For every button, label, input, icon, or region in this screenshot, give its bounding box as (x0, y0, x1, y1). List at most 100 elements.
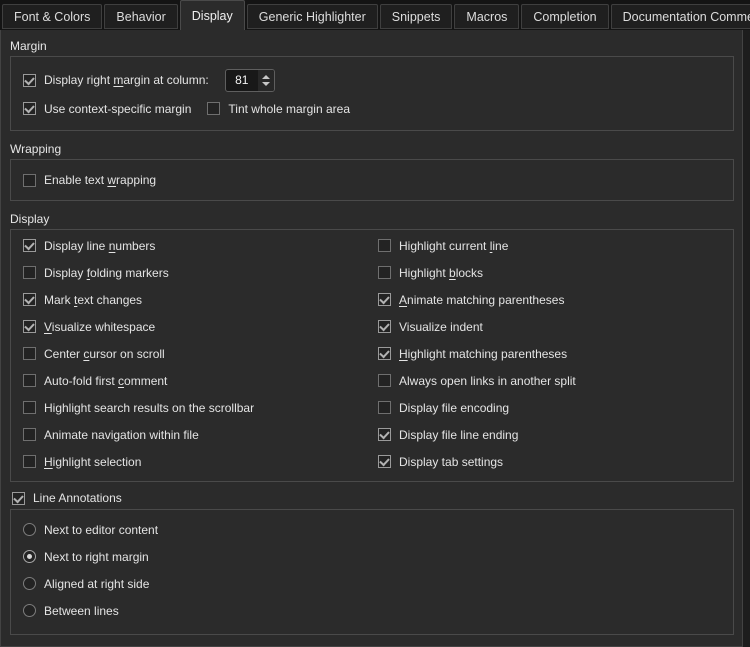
text-editor-settings-window: Font & Colors Behavior Display Generic H… (0, 0, 750, 647)
use-context-specific-margin-label[interactable]: Use context-specific margin (44, 102, 191, 116)
display-tab-settings-item: Display tab settings (378, 448, 721, 475)
display-file-line-ending-checkbox[interactable] (378, 428, 391, 441)
line-annotations-label[interactable]: Line Annotations (33, 491, 122, 505)
mark-text-changes-label[interactable]: Mark text changes (44, 293, 142, 307)
display-group-title: Display (10, 212, 742, 226)
use-context-specific-margin-checkbox[interactable] (23, 102, 36, 115)
mark-text-changes-checkbox[interactable] (23, 293, 36, 306)
tab-macros[interactable]: Macros (454, 4, 519, 29)
margin-options-row: Use context-specific margin Tint whole m… (23, 100, 721, 117)
spinbox-buttons (258, 70, 274, 91)
tab-documentation-comments[interactable]: Documentation Comments (611, 4, 750, 29)
auto-fold-first-comment-label[interactable]: Auto-fold first comment (44, 374, 167, 388)
next-to-right-margin-item: Next to right margin (23, 543, 721, 570)
aligned-at-right-side-radio[interactable] (23, 577, 36, 590)
display-tab-settings-checkbox[interactable] (378, 455, 391, 468)
animate-matching-parentheses-checkbox[interactable] (378, 293, 391, 306)
aligned-at-right-side-item: Aligned at right side (23, 570, 721, 597)
center-cursor-on-scroll-label[interactable]: Center cursor on scroll (44, 347, 165, 361)
display-right-margin-row: Display right margin at column: 81 (23, 67, 721, 93)
display-options-right-column: Highlight current line Highlight blocks … (378, 232, 721, 475)
tab-behavior[interactable]: Behavior (104, 4, 177, 29)
highlight-search-results-scrollbar-item: Highlight search results on the scrollba… (23, 394, 378, 421)
highlight-current-line-label[interactable]: Highlight current line (399, 239, 508, 253)
mark-text-changes-item: Mark text changes (23, 286, 378, 313)
display-folding-markers-label[interactable]: Display folding markers (44, 266, 169, 280)
animate-matching-parentheses-label[interactable]: Animate matching parentheses (399, 293, 564, 307)
highlight-matching-parentheses-label[interactable]: Highlight matching parentheses (399, 347, 567, 361)
margin-column-spinbox[interactable]: 81 (225, 69, 275, 92)
highlight-blocks-label[interactable]: Highlight blocks (399, 266, 483, 280)
line-annotations-checkbox[interactable] (12, 492, 25, 505)
tab-generic-highlighter[interactable]: Generic Highlighter (247, 4, 378, 29)
visualize-indent-label[interactable]: Visualize indent (399, 320, 483, 334)
tint-whole-margin-label[interactable]: Tint whole margin area (228, 102, 350, 116)
highlight-selection-checkbox[interactable] (23, 455, 36, 468)
display-options-left-column: Display line numbers Display folding mar… (23, 232, 378, 475)
aligned-at-right-side-label[interactable]: Aligned at right side (44, 577, 149, 591)
enable-text-wrapping-checkbox[interactable] (23, 174, 36, 187)
highlight-blocks-checkbox[interactable] (378, 266, 391, 279)
center-cursor-on-scroll-checkbox[interactable] (23, 347, 36, 360)
display-line-numbers-checkbox[interactable] (23, 239, 36, 252)
display-folding-markers-item: Display folding markers (23, 259, 378, 286)
display-tab-settings-label[interactable]: Display tab settings (399, 455, 503, 469)
wrapping-group: Enable text wrapping (10, 159, 734, 201)
display-line-numbers-label[interactable]: Display line numbers (44, 239, 155, 253)
highlight-current-line-item: Highlight current line (378, 232, 721, 259)
highlight-matching-parentheses-checkbox[interactable] (378, 347, 391, 360)
line-annotations-group: Next to editor content Next to right mar… (10, 509, 734, 635)
next-to-right-margin-label[interactable]: Next to right margin (44, 550, 149, 564)
highlight-selection-item: Highlight selection (23, 448, 378, 475)
animate-navigation-within-file-checkbox[interactable] (23, 428, 36, 441)
wrapping-group-title: Wrapping (10, 142, 742, 156)
visualize-whitespace-checkbox[interactable] (23, 320, 36, 333)
between-lines-label[interactable]: Between lines (44, 604, 119, 618)
animate-matching-parentheses-item: Animate matching parentheses (378, 286, 721, 313)
display-line-numbers-item: Display line numbers (23, 232, 378, 259)
tab-completion[interactable]: Completion (521, 4, 608, 29)
always-open-links-another-split-label[interactable]: Always open links in another split (399, 374, 576, 388)
animate-navigation-within-file-label[interactable]: Animate navigation within file (44, 428, 199, 442)
auto-fold-first-comment-item: Auto-fold first comment (23, 367, 378, 394)
next-to-editor-content-radio[interactable] (23, 523, 36, 536)
margin-group: Display right margin at column: 81 Use c… (10, 56, 734, 131)
highlight-selection-label[interactable]: Highlight selection (44, 455, 141, 469)
spin-down-icon[interactable] (262, 82, 270, 86)
display-folding-markers-checkbox[interactable] (23, 266, 36, 279)
highlight-search-results-scrollbar-label[interactable]: Highlight search results on the scrollba… (44, 401, 254, 415)
next-to-editor-content-label[interactable]: Next to editor content (44, 523, 158, 537)
next-to-editor-content-item: Next to editor content (23, 516, 721, 543)
margin-column-value[interactable]: 81 (226, 70, 258, 91)
enable-text-wrapping-item: Enable text wrapping (23, 172, 721, 188)
highlight-current-line-checkbox[interactable] (378, 239, 391, 252)
display-right-margin-label[interactable]: Display right margin at column: (44, 73, 209, 87)
visualize-whitespace-label[interactable]: Visualize whitespace (44, 320, 155, 334)
tab-font-colors[interactable]: Font & Colors (2, 4, 102, 29)
tint-whole-margin-item: Tint whole margin area (207, 102, 350, 116)
highlight-matching-parentheses-item: Highlight matching parentheses (378, 340, 721, 367)
always-open-links-another-split-checkbox[interactable] (378, 374, 391, 387)
visualize-indent-item: Visualize indent (378, 313, 721, 340)
visualize-indent-checkbox[interactable] (378, 320, 391, 333)
auto-fold-first-comment-checkbox[interactable] (23, 374, 36, 387)
tab-display[interactable]: Display (180, 0, 245, 30)
highlight-search-results-scrollbar-checkbox[interactable] (23, 401, 36, 414)
visualize-whitespace-item: Visualize whitespace (23, 313, 378, 340)
spin-up-icon[interactable] (262, 75, 270, 79)
tint-whole-margin-checkbox[interactable] (207, 102, 220, 115)
always-open-links-another-split-item: Always open links in another split (378, 367, 721, 394)
tab-bar: Font & Colors Behavior Display Generic H… (0, 0, 750, 30)
display-file-encoding-label[interactable]: Display file encoding (399, 401, 509, 415)
display-settings-pane: Margin Display right margin at column: 8… (0, 30, 743, 647)
display-right-margin-checkbox[interactable] (23, 74, 36, 87)
display-group: Display line numbers Display folding mar… (10, 229, 734, 482)
display-file-encoding-item: Display file encoding (378, 394, 721, 421)
display-file-line-ending-label[interactable]: Display file line ending (399, 428, 518, 442)
line-annotations-group-title: Line Annotations (12, 490, 742, 506)
between-lines-radio[interactable] (23, 604, 36, 617)
next-to-right-margin-radio[interactable] (23, 550, 36, 563)
display-file-encoding-checkbox[interactable] (378, 401, 391, 414)
enable-text-wrapping-label[interactable]: Enable text wrapping (44, 173, 156, 187)
tab-snippets[interactable]: Snippets (380, 4, 453, 29)
